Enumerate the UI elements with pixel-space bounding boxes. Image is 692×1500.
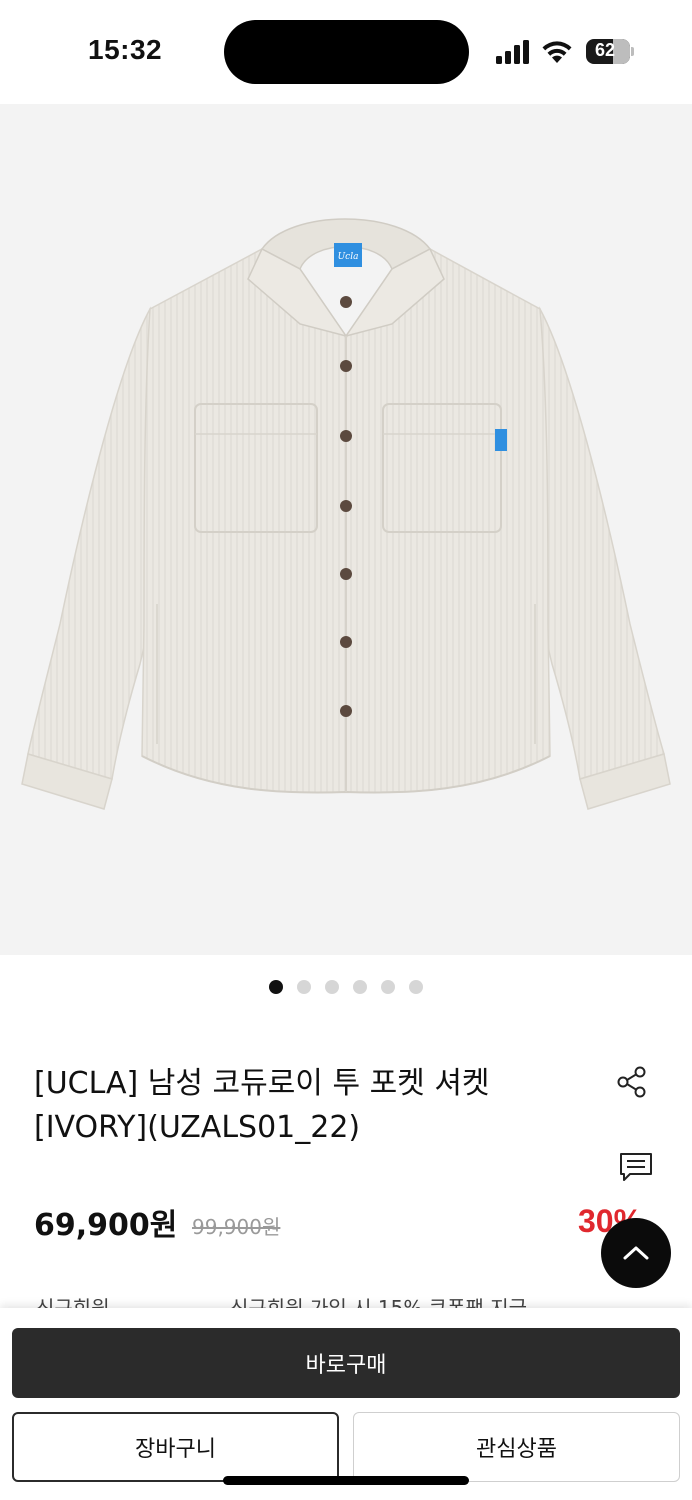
member-benefit-row: 신규회원 신규회원 가입 시 15% 쿠폰팩 지급 — [0, 1290, 692, 1310]
carousel-indicator — [0, 980, 692, 994]
carousel-dot[interactable] — [297, 980, 311, 994]
add-to-cart-button[interactable]: 장바구니 — [12, 1412, 339, 1482]
carousel-dot[interactable] — [409, 980, 423, 994]
battery-icon: 62 — [586, 39, 634, 64]
original-price: 99,900원 — [192, 1215, 281, 1239]
review-icon[interactable] — [618, 1151, 654, 1183]
home-indicator[interactable] — [223, 1476, 469, 1485]
product-title: [UCLA] 남성 코듀로이 투 포켓 셔켓 [IVORY](UZALS01_2… — [34, 1062, 594, 1150]
carousel-dot[interactable] — [269, 980, 283, 994]
product-title-line2: [IVORY](UZALS01_22) — [34, 1110, 361, 1145]
wifi-icon — [542, 41, 572, 63]
sale-price: 69,900원 — [34, 1208, 178, 1243]
shirt-jacket-illustration: Ucla — [21, 218, 671, 810]
scroll-top-button[interactable] — [601, 1218, 671, 1288]
battery-level: 62 — [594, 40, 616, 60]
dynamic-island — [224, 20, 469, 84]
status-time: 15:32 — [88, 34, 163, 65]
signal-icon — [496, 40, 529, 64]
product-image[interactable]: Ucla — [0, 104, 692, 955]
share-icon[interactable] — [615, 1065, 649, 1099]
product-title-line1: [UCLA] 남성 코듀로이 투 포켓 셔켓 — [34, 1066, 490, 1101]
svg-text:Ucla: Ucla — [338, 252, 359, 262]
carousel-dot[interactable] — [353, 980, 367, 994]
carousel-dot[interactable] — [381, 980, 395, 994]
status-bar: 15:32 62 — [0, 0, 692, 104]
wishlist-button[interactable]: 관심상품 — [353, 1412, 680, 1482]
carousel-dot[interactable] — [325, 980, 339, 994]
buy-now-button[interactable]: 바로구매 — [12, 1328, 680, 1398]
bottom-action-bar: 바로구매 장바구니 관심상품 — [0, 1308, 692, 1500]
chevron-up-icon — [623, 1246, 649, 1260]
